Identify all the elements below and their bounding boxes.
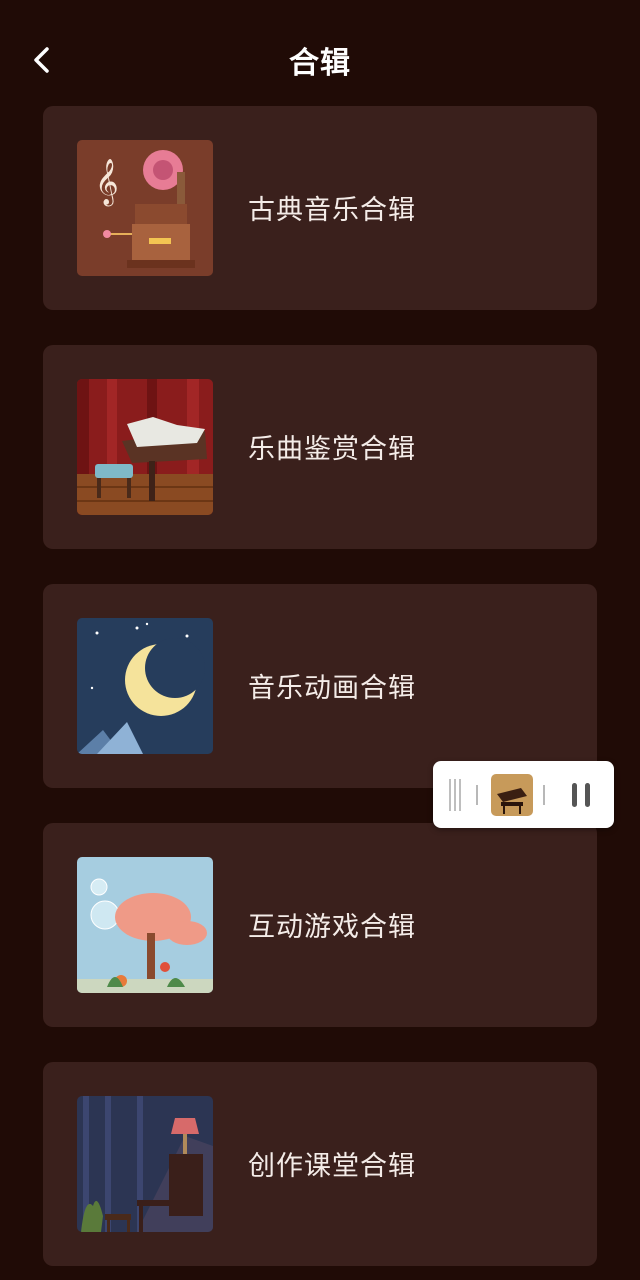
- album-card-appreciation[interactable]: 乐曲鉴赏合辑: [43, 345, 597, 549]
- album-card-creation[interactable]: 创作课堂合辑: [43, 1062, 597, 1266]
- album-label: 古典音乐合辑: [248, 195, 416, 226]
- page-title: 合辑: [289, 46, 351, 81]
- pause-icon[interactable]: [563, 777, 599, 813]
- pink-tree-thumbnail: [77, 857, 213, 993]
- album-label: 互动游戏合辑: [248, 912, 416, 943]
- album-label: 乐曲鉴赏合辑: [248, 434, 416, 465]
- album-label: 创作课堂合辑: [248, 1151, 416, 1182]
- album-label: 音乐动画合辑: [248, 673, 416, 704]
- svg-text:𝄞: 𝄞: [95, 159, 119, 207]
- mini-player: [433, 761, 614, 828]
- piano-cover-thumbnail[interactable]: [491, 774, 533, 816]
- lamp-piano-thumbnail: [77, 1096, 213, 1232]
- stage-piano-thumbnail: [77, 379, 213, 515]
- album-card-games[interactable]: 互动游戏合辑: [43, 823, 597, 1027]
- divider: [476, 785, 478, 805]
- album-card-animation[interactable]: 音乐动画合辑: [43, 584, 597, 788]
- header: 合辑: [0, 0, 640, 110]
- divider: [543, 785, 545, 805]
- gramophone-thumbnail: 𝄞: [77, 140, 213, 276]
- moon-night-thumbnail: [77, 618, 213, 754]
- drag-handle-icon[interactable]: [447, 777, 467, 813]
- album-card-classical[interactable]: 𝄞 古典音乐合辑: [43, 106, 597, 310]
